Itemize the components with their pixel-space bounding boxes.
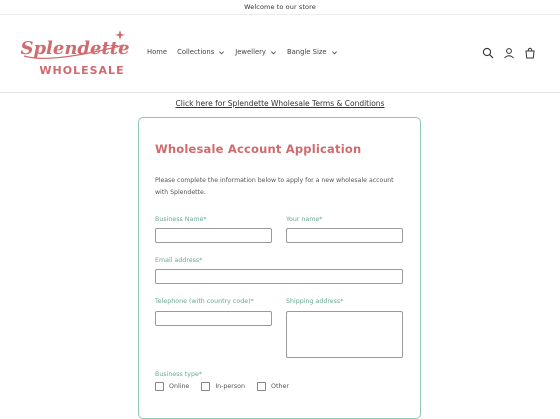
checkbox-in-person-label: In-person bbox=[215, 383, 246, 390]
nav-home[interactable]: Home bbox=[147, 48, 167, 56]
logo-script-text: Splendette bbox=[20, 38, 129, 59]
form-intro: Please complete the information below to… bbox=[155, 177, 394, 196]
chevron-down-icon bbox=[331, 50, 337, 54]
chevron-down-icon bbox=[219, 50, 225, 54]
logo-graphic: Splendette WHOLESALE bbox=[20, 30, 130, 77]
business-name-label: Business Name* bbox=[155, 216, 207, 223]
business-type-online[interactable]: Online bbox=[155, 382, 189, 391]
application-form-card: Wholesale Account Application Please com… bbox=[138, 117, 421, 419]
chevron-down-icon bbox=[270, 50, 276, 54]
email-field[interactable] bbox=[155, 269, 403, 284]
checkbox-in-person[interactable] bbox=[201, 382, 211, 391]
splendette-logo[interactable]: Splendette WHOLESALE bbox=[20, 28, 130, 78]
nav-collections[interactable]: Collections bbox=[177, 48, 225, 56]
telephone-field[interactable] bbox=[155, 311, 272, 326]
logo-wholesale-text: WHOLESALE bbox=[39, 64, 124, 77]
announcement-text: Welcome to our store bbox=[244, 3, 316, 11]
shipping-address-label: Shipping address* bbox=[286, 298, 344, 305]
announcement-bar: Welcome to our store bbox=[0, 0, 560, 15]
site-header: Splendette WHOLESALE Home Collections Je… bbox=[0, 15, 560, 93]
business-name-field[interactable] bbox=[155, 228, 272, 243]
account-icon[interactable] bbox=[503, 47, 515, 59]
business-type-in-person[interactable]: In-person bbox=[201, 382, 245, 391]
terms-link[interactable]: Click here for Splendette Wholesale Term… bbox=[0, 99, 560, 108]
main-nav: Home Collections Jewellery Bangle Size bbox=[147, 48, 348, 56]
checkbox-online-label: Online bbox=[169, 383, 190, 390]
email-label: Email address* bbox=[155, 257, 203, 264]
form-title: Wholesale Account Application bbox=[155, 142, 362, 156]
nav-collections-label: Collections bbox=[177, 48, 215, 56]
nav-home-label: Home bbox=[147, 48, 168, 56]
telephone-label: Telephone (with country code)* bbox=[155, 298, 254, 305]
nav-bangle-size[interactable]: Bangle Size bbox=[287, 48, 338, 56]
checkbox-other[interactable] bbox=[257, 382, 267, 391]
checkbox-other-label: Other bbox=[271, 383, 289, 390]
business-type-options: Online In-person Other bbox=[155, 382, 289, 391]
search-icon[interactable] bbox=[482, 47, 494, 59]
nav-jewellery-label: Jewellery bbox=[235, 48, 266, 56]
business-type-label: Business type* bbox=[155, 371, 202, 378]
cart-icon[interactable] bbox=[524, 47, 536, 59]
checkbox-online[interactable] bbox=[155, 382, 164, 391]
nav-bangle-size-label: Bangle Size bbox=[286, 48, 327, 56]
header-icons bbox=[482, 47, 536, 59]
your-name-field[interactable] bbox=[286, 228, 403, 243]
your-name-label: Your name* bbox=[286, 216, 323, 223]
business-type-other[interactable]: Other bbox=[257, 382, 289, 391]
shipping-address-field[interactable] bbox=[286, 311, 403, 358]
nav-jewellery[interactable]: Jewellery bbox=[235, 48, 277, 56]
